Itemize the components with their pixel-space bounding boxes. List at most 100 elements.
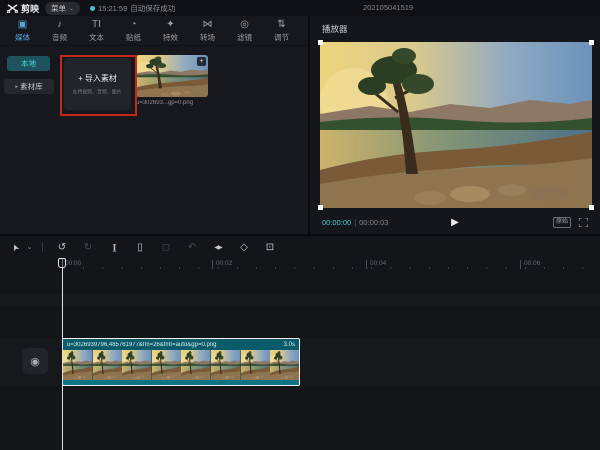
clip-thumbnail bbox=[270, 350, 300, 380]
undo-icon: ↺ bbox=[58, 242, 66, 253]
tab-media[interactable]: ▣ 媒体 bbox=[4, 19, 41, 45]
timeline-ruler[interactable]: 00:00 00:02 00:04 00:06 bbox=[0, 258, 600, 272]
transition-icon: ⋈ bbox=[203, 19, 213, 31]
clip-duration: 3.0s bbox=[284, 342, 295, 348]
clip-thumbnail bbox=[241, 350, 271, 380]
ruler-mark: 00:00 bbox=[65, 260, 81, 267]
play-button[interactable]: ▶ bbox=[451, 217, 459, 228]
clip-thumbnail bbox=[63, 350, 93, 380]
sidebar-item-local[interactable]: 本地 bbox=[7, 56, 50, 71]
fullscreen-icon[interactable] bbox=[579, 218, 588, 227]
ruler-mark: 00:02 bbox=[216, 260, 232, 267]
status-dot-icon bbox=[90, 6, 95, 11]
app-window: 剪映 菜单 ⌄ 15:21:59 自动保存成功 202105041519 ▣ 媒… bbox=[0, 0, 600, 450]
delete-button[interactable]: ▯ bbox=[127, 242, 153, 253]
app-logo: 剪映 bbox=[7, 2, 39, 15]
autosave-status: 15:21:59 自动保存成功 bbox=[90, 3, 175, 14]
mirror-button[interactable]: ◀▶ bbox=[205, 244, 231, 251]
chevron-down-icon: ⌄ bbox=[27, 244, 33, 251]
asset-filename: u=302693...gp=0.png bbox=[136, 100, 208, 106]
effects-icon: ✦ bbox=[166, 19, 174, 31]
timeline-toolbar: ➤ ⌄ ↺ ↻ ][ ▯ ◻ ↶ bbox=[0, 236, 600, 258]
autosave-text: 自动保存成功 bbox=[130, 3, 175, 14]
redo-button[interactable]: ↻ bbox=[75, 242, 101, 253]
timeline-clip[interactable]: u=3026939796,485761977&fm=26&fmt=auto&gp… bbox=[62, 338, 300, 386]
reverse-icon: ↶ bbox=[188, 242, 196, 253]
ruler-mark: 00:06 bbox=[524, 260, 540, 267]
reverse-button[interactable]: ↶ bbox=[179, 242, 205, 253]
scissors-icon bbox=[7, 4, 18, 13]
filter-icon: ◎ bbox=[240, 19, 249, 31]
rotate-button[interactable]: ◇ bbox=[231, 242, 257, 253]
freeze-frame-icon: ◻ bbox=[162, 242, 170, 253]
media-asset-card[interactable]: + u=302693...gp=0.png bbox=[136, 55, 208, 106]
add-audio-track-button[interactable]: ◉ bbox=[22, 348, 48, 374]
rotate-icon: ◇ bbox=[240, 242, 248, 253]
tab-transition[interactable]: ⋈ 转场 bbox=[189, 19, 226, 45]
mirror-icon: ◀▶ bbox=[214, 245, 221, 251]
media-tabbar: ▣ 媒体 ♪ 音频 TI 文本 ◔ 贴纸 ✦ 特效 ⋈ 转场 bbox=[0, 16, 308, 46]
crop-icon: ⊡ bbox=[266, 242, 274, 253]
top-bar: 剪映 菜单 ⌄ 15:21:59 自动保存成功 202105041519 bbox=[0, 0, 600, 16]
undo-button[interactable]: ↺ bbox=[49, 242, 75, 253]
media-sidebar: 本地 ▸ 素材库 bbox=[0, 50, 58, 234]
tab-effects[interactable]: ✦ 特效 bbox=[152, 19, 189, 45]
project-name: 202105041519 bbox=[363, 3, 413, 12]
chevron-down-icon: ⌄ bbox=[69, 5, 74, 12]
import-material-button[interactable]: + 导入素材 支持视频、音频、图片 bbox=[64, 58, 131, 110]
chevron-right-icon: ▸ bbox=[15, 84, 18, 90]
record-circle-icon: ◉ bbox=[30, 355, 40, 368]
tab-sticker[interactable]: ◔ 贴纸 bbox=[115, 19, 152, 45]
clip-thumbnail bbox=[93, 350, 123, 380]
preview-canvas bbox=[320, 42, 592, 208]
asset-thumbnail: + bbox=[136, 55, 208, 97]
tab-audio[interactable]: ♪ 音频 bbox=[41, 19, 78, 45]
toolbar-divider bbox=[42, 242, 43, 252]
total-duration: 00:00:03 bbox=[359, 218, 388, 227]
current-time: 00:00:00 bbox=[322, 218, 351, 227]
import-title: 导入素材 bbox=[85, 73, 117, 84]
cursor-icon: ➤ bbox=[9, 241, 22, 252]
selection-handle-top-right[interactable] bbox=[589, 40, 594, 45]
media-panel: ▣ 媒体 ♪ 音频 TI 文本 ◔ 贴纸 ✦ 特效 ⋈ 转场 bbox=[0, 16, 308, 234]
preview-image[interactable] bbox=[320, 42, 592, 208]
adjust-icon: ⇅ bbox=[277, 19, 285, 31]
app-name: 剪映 bbox=[21, 2, 39, 15]
clip-thumbnail bbox=[211, 350, 241, 380]
delete-icon: ▯ bbox=[137, 242, 143, 253]
sidebar-item-library[interactable]: ▸ 素材库 bbox=[4, 79, 54, 94]
select-tool-dropdown[interactable]: ⌄ bbox=[23, 243, 36, 251]
selection-handle-bottom-left[interactable] bbox=[318, 205, 323, 210]
crop-button[interactable]: ⊡ bbox=[257, 242, 283, 253]
player-panel: 播放器 00:00:00 | 00:00:03 ▶ 原始 bbox=[310, 16, 600, 234]
freeze-frame-button[interactable]: ◻ bbox=[153, 242, 179, 253]
aspect-ratio-button[interactable]: 原始 bbox=[553, 217, 571, 228]
player-controls: 00:00:00 | 00:00:03 ▶ 原始 bbox=[310, 212, 600, 232]
clip-thumbnail bbox=[152, 350, 182, 380]
add-to-track-badge[interactable]: + bbox=[197, 57, 206, 66]
selection-handle-bottom-right[interactable] bbox=[589, 205, 594, 210]
track-lane-secondary bbox=[0, 294, 600, 306]
split-button[interactable]: ][ bbox=[101, 243, 127, 252]
selection-handle-top-left[interactable] bbox=[318, 40, 323, 45]
menu-button[interactable]: 菜单 ⌄ bbox=[45, 2, 80, 15]
playhead-handle[interactable] bbox=[58, 258, 66, 268]
autosave-time: 15:21:59 bbox=[98, 4, 127, 13]
player-title: 播放器 bbox=[322, 23, 348, 35]
ruler-mark: 00:04 bbox=[370, 260, 386, 267]
import-subtitle: 支持视频、音频、图片 bbox=[73, 87, 122, 94]
tab-text[interactable]: TI 文本 bbox=[78, 19, 115, 45]
redo-icon: ↻ bbox=[84, 242, 92, 253]
media-icon: ▣ bbox=[18, 19, 27, 31]
tab-filter[interactable]: ◎ 滤镜 bbox=[226, 19, 263, 45]
clip-filename: u=3026939796,485761977&fm=26&fmt=auto&gp… bbox=[67, 342, 278, 348]
split-icon: ][ bbox=[113, 243, 115, 252]
plus-icon: + bbox=[78, 74, 83, 83]
time-separator: | bbox=[354, 218, 356, 227]
clip-thumbnail bbox=[181, 350, 211, 380]
sticker-icon: ◔ bbox=[130, 19, 136, 31]
tab-adjust[interactable]: ⇅ 调节 bbox=[263, 19, 300, 45]
clip-thumbnail bbox=[122, 350, 152, 380]
playhead[interactable] bbox=[62, 258, 63, 450]
select-tool-button[interactable]: ➤ bbox=[8, 242, 23, 253]
